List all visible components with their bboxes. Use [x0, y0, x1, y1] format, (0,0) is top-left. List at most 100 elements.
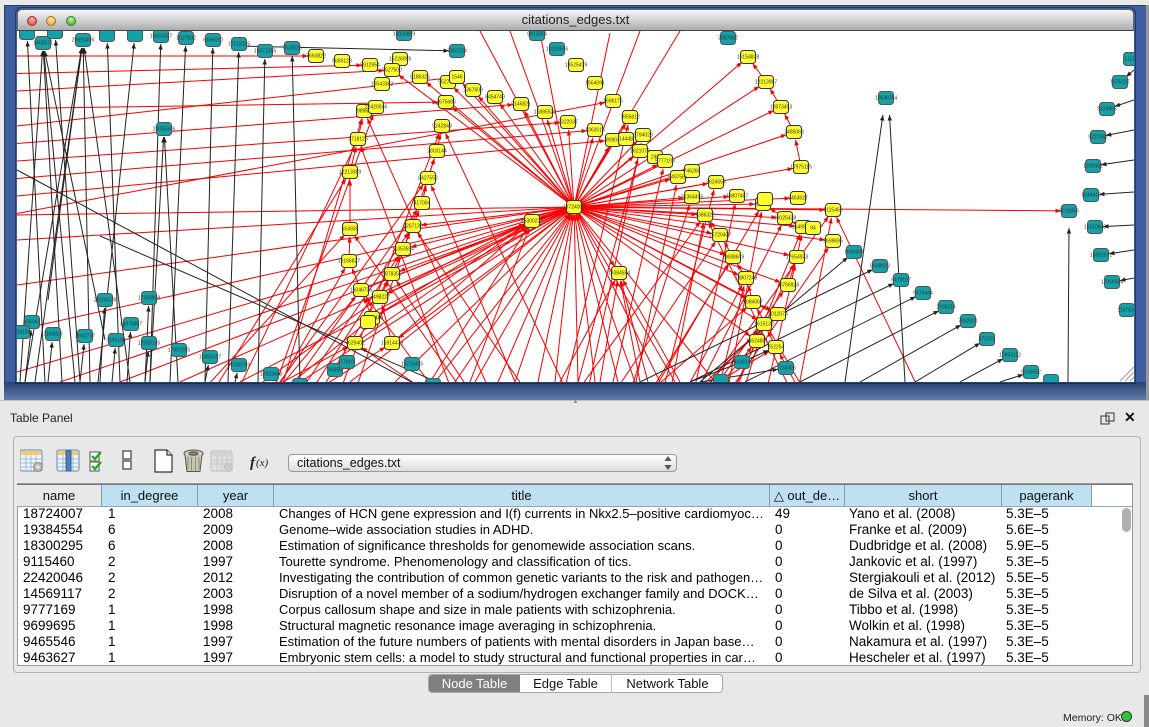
svg-text:8215955: 8215955 — [1059, 209, 1079, 215]
svg-text:3498222: 3498222 — [370, 295, 390, 301]
svg-text:21364456: 21364456 — [681, 195, 703, 201]
svg-text:11353594: 11353594 — [392, 247, 414, 253]
svg-text:10653267: 10653267 — [150, 34, 172, 40]
svg-text:20206578: 20206578 — [94, 298, 116, 304]
svg-text:19384554: 19384554 — [608, 271, 630, 277]
svg-text:1405571: 1405571 — [33, 41, 53, 47]
svg-text:9146821: 9146821 — [511, 102, 531, 108]
svg-text:15886520: 15886520 — [534, 110, 556, 116]
svg-text:1209382: 1209382 — [1083, 164, 1103, 170]
svg-text:139159: 139159 — [17, 330, 31, 336]
svg-text:9527500: 9527500 — [382, 68, 402, 74]
svg-text:3267130: 3267130 — [403, 224, 423, 230]
svg-text:1621072: 1621072 — [630, 149, 650, 155]
svg-text:14524851: 14524851 — [746, 339, 768, 345]
svg-text:20691406: 20691406 — [72, 38, 94, 44]
svg-text:14136141: 14136141 — [731, 360, 753, 366]
svg-text:8186325: 8186325 — [410, 75, 430, 81]
svg-text:1615132: 1615132 — [754, 322, 774, 328]
svg-text:20055346: 20055346 — [153, 127, 175, 133]
svg-text:25300273: 25300273 — [521, 219, 543, 225]
svg-text:8322037: 8322037 — [558, 120, 578, 126]
svg-text:12213389: 12213389 — [339, 170, 361, 176]
svg-text:10975867: 10975867 — [120, 322, 142, 328]
svg-text:16154838: 16154838 — [737, 55, 759, 61]
svg-text:2803144: 2803144 — [427, 149, 447, 155]
svg-text:2935114: 2935114 — [936, 305, 955, 311]
svg-text:8660123: 8660123 — [332, 59, 352, 65]
svg-text:9777109: 9777109 — [655, 159, 675, 165]
svg-text:18807249: 18807249 — [735, 276, 757, 282]
svg-text:10719155: 10719155 — [228, 42, 250, 48]
svg-text:9084067: 9084067 — [743, 300, 763, 306]
svg-text:10543382: 10543382 — [371, 82, 393, 88]
svg-text:1640934: 1640934 — [844, 250, 864, 256]
svg-text:252254: 252254 — [768, 345, 785, 351]
svg-text:15716485: 15716485 — [401, 362, 423, 368]
svg-text:2087682: 2087682 — [718, 36, 738, 42]
svg-text:9463627: 9463627 — [788, 196, 808, 202]
svg-text:15720407: 15720407 — [709, 233, 731, 239]
svg-text:6479197: 6479197 — [891, 278, 911, 284]
svg-text:12505135: 12505135 — [138, 341, 160, 347]
svg-text:8938923: 8938923 — [870, 264, 890, 270]
svg-text:16671355: 16671355 — [254, 49, 276, 55]
svg-text:(x): (x) — [256, 457, 269, 469]
svg-text:9227342: 9227342 — [1088, 135, 1108, 141]
svg-text:8813054: 8813054 — [527, 32, 547, 38]
svg-text:8427552: 8427552 — [418, 176, 438, 182]
svg-text:10807487: 10807487 — [726, 194, 748, 200]
svg-text:9242848: 9242848 — [432, 124, 452, 130]
svg-text:9699695: 9699695 — [823, 239, 843, 245]
svg-text:7386322: 7386322 — [695, 213, 715, 219]
svg-text:7832621: 7832621 — [958, 319, 978, 325]
svg-text:12213967: 12213967 — [755, 80, 777, 86]
svg-text:14448: 14448 — [619, 137, 633, 143]
svg-text:1362615: 1362615 — [585, 128, 605, 134]
svg-text:8912954: 8912954 — [360, 63, 380, 69]
svg-text:9474444: 9474444 — [913, 291, 933, 297]
svg-text:1575107: 1575107 — [1110, 80, 1130, 86]
svg-text:16210643: 16210643 — [1084, 225, 1106, 231]
svg-text:417004: 417004 — [414, 201, 431, 207]
svg-text:746266: 746266 — [684, 169, 701, 175]
svg-text:15226055: 15226055 — [389, 57, 411, 63]
svg-text:1244415: 1244415 — [1081, 193, 1101, 199]
svg-text:17654923: 17654923 — [786, 255, 808, 261]
svg-text:1527602: 1527602 — [176, 36, 196, 42]
svg-text:22420046: 22420046 — [365, 105, 387, 111]
svg-text:654935: 654935 — [342, 227, 359, 233]
svg-text:7625402: 7625402 — [345, 341, 365, 347]
svg-text:17359938: 17359938 — [138, 296, 160, 302]
svg-text:10654112: 10654112 — [999, 353, 1021, 359]
svg-text:18724007: 18724007 — [563, 205, 585, 211]
svg-text:7955812: 7955812 — [620, 115, 640, 121]
svg-text:7663822: 7663822 — [306, 54, 326, 60]
svg-text:1167533: 1167533 — [1117, 308, 1134, 314]
svg-text:8454749: 8454749 — [485, 95, 505, 101]
svg-text:19218506: 19218506 — [546, 47, 568, 53]
svg-text:9245652: 9245652 — [1021, 370, 1041, 376]
svg-text:16033809: 16033809 — [393, 32, 415, 38]
svg-text:16914479: 16914479 — [381, 341, 403, 347]
svg-text:10756928: 10756928 — [777, 283, 799, 289]
svg-text:94: 94 — [810, 226, 816, 232]
svg-text:2367608: 2367608 — [463, 88, 483, 94]
svg-text:10648784: 10648784 — [875, 96, 897, 102]
svg-text:6466160: 6466160 — [203, 38, 223, 44]
svg-text:10958107: 10958107 — [199, 355, 221, 361]
svg-text:7515526: 7515526 — [282, 46, 302, 52]
svg-text:17975115: 17975115 — [790, 165, 812, 171]
svg-text:6794028: 6794028 — [633, 133, 653, 139]
svg-text:77910: 77910 — [340, 360, 354, 366]
svg-text:1564091: 1564091 — [585, 81, 605, 87]
svg-text:2942737: 2942737 — [75, 334, 95, 340]
svg-text:7485063: 7485063 — [784, 130, 804, 136]
svg-text:16046736: 16046736 — [350, 288, 372, 294]
svg-text:17957255: 17957255 — [168, 348, 190, 354]
svg-text:15692971: 15692971 — [1090, 253, 1112, 259]
svg-text:11124: 11124 — [1124, 57, 1134, 63]
svg-text:1012074: 1012074 — [768, 312, 788, 318]
svg-text:7357224: 7357224 — [447, 49, 467, 55]
svg-text:19166827: 19166827 — [338, 259, 360, 265]
